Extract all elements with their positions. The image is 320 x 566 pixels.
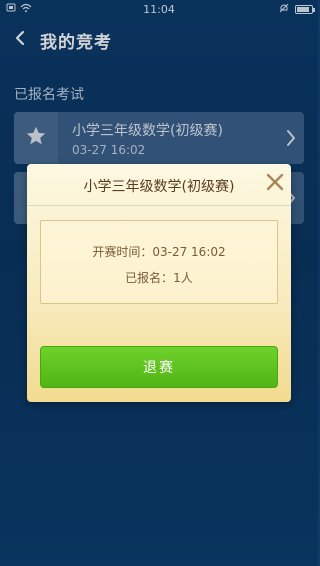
exam-info-box: 开赛时间：03-27 16:02 已报名：1人 xyxy=(40,220,278,304)
dialog-header: 小学三年级数学(初级赛) xyxy=(27,164,291,206)
close-icon xyxy=(265,172,285,196)
start-time-text: 开赛时间：03-27 16:02 xyxy=(92,245,226,259)
exam-detail-dialog: 小学三年级数学(初级赛) 开赛时间：03-27 16:02 已报名：1人 退赛 xyxy=(27,164,291,402)
close-button[interactable] xyxy=(263,172,287,196)
registered-count-text: 已报名：1人 xyxy=(125,271,193,285)
dialog-title: 小学三年级数学(初级赛) xyxy=(83,179,235,195)
quit-exam-button[interactable]: 退赛 xyxy=(40,346,278,388)
